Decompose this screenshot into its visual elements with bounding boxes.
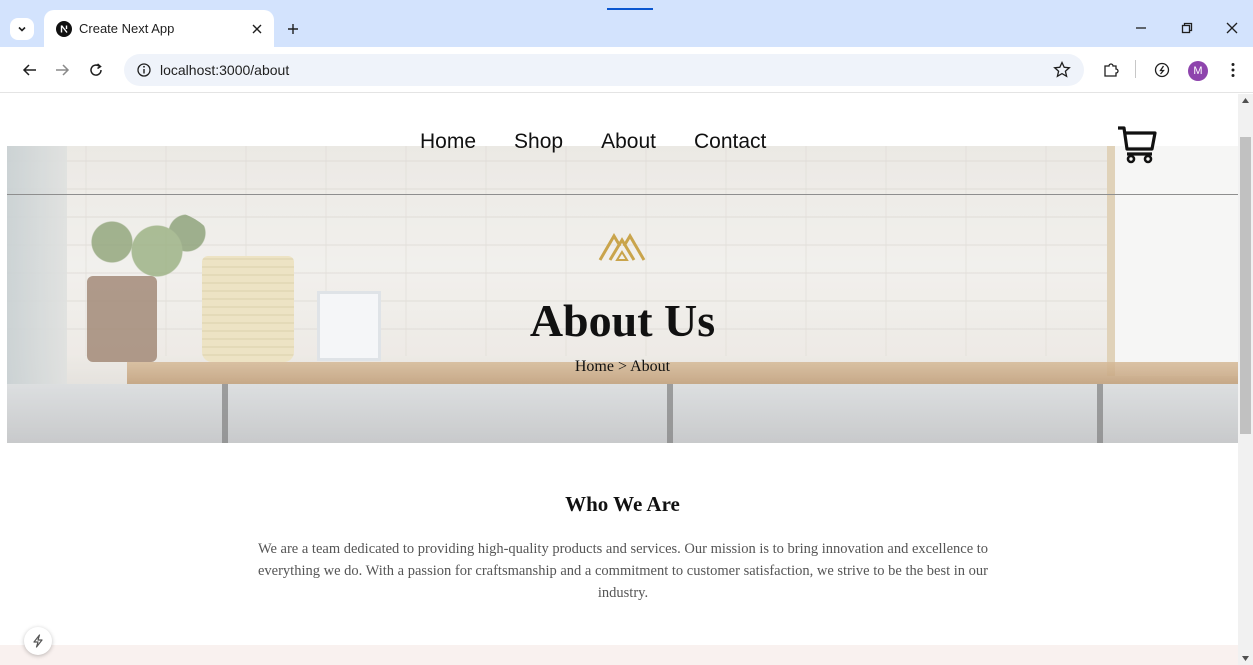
puzzle-icon <box>1104 63 1119 77</box>
site-header: Home Shop About Contact <box>0 94 1238 195</box>
who-we-are-heading: Who We Are <box>565 492 680 516</box>
plus-icon <box>288 24 298 34</box>
bookmark-star-icon[interactable] <box>1052 60 1072 80</box>
next-section-band <box>0 645 1238 665</box>
back-button[interactable] <box>18 58 42 82</box>
kebab-menu-icon <box>1231 63 1235 77</box>
site-nav-links: Home Shop About Contact <box>420 130 766 154</box>
arrow-right-icon <box>56 64 70 76</box>
scrollbar-thumb[interactable] <box>1240 137 1251 434</box>
performance-button[interactable] <box>1151 59 1173 81</box>
browser-menu-button[interactable] <box>1222 59 1244 81</box>
url-text[interactable]: localhost:3000/about <box>160 62 289 78</box>
who-we-are-text: We are a team dedicated to providing hig… <box>257 541 989 601</box>
tab-title: Create Next App <box>79 21 175 36</box>
nav-link-about[interactable]: About <box>601 130 656 154</box>
nav-link-contact[interactable]: Contact <box>694 130 766 154</box>
close-window-button[interactable] <box>1217 14 1247 42</box>
reload-button[interactable] <box>84 58 108 82</box>
breadcrumb: Home > About <box>574 358 671 375</box>
tab-search-button[interactable] <box>10 18 34 40</box>
extensions-button[interactable] <box>1100 59 1122 81</box>
close-icon <box>252 24 262 34</box>
nextjs-dev-tools-button[interactable] <box>24 627 52 655</box>
nav-link-home[interactable]: Home <box>420 130 476 154</box>
scroll-up-arrow-icon[interactable] <box>1242 98 1249 103</box>
page-viewport: Home Shop About Contact About Us Home > … <box>0 94 1253 665</box>
browser-tab[interactable]: Create Next App <box>44 10 274 47</box>
restore-window-button[interactable] <box>1172 14 1202 42</box>
nav-link-shop[interactable]: Shop <box>514 130 563 154</box>
shopping-cart-icon[interactable] <box>1116 123 1158 165</box>
minimize-icon <box>1136 27 1146 29</box>
profile-avatar[interactable]: M <box>1188 61 1208 81</box>
close-tab-button[interactable] <box>247 19 267 39</box>
arrow-left-icon <box>22 64 36 76</box>
brand-logo-icon <box>598 233 646 261</box>
nextjs-favicon-icon <box>56 21 72 37</box>
browser-toolbar: localhost:3000/about <box>0 47 1253 93</box>
site-info-icon[interactable] <box>136 62 152 78</box>
minimize-window-button[interactable] <box>1126 14 1156 42</box>
scroll-down-arrow-icon[interactable] <box>1242 656 1249 661</box>
gauge-icon <box>1154 62 1170 78</box>
header-divider <box>7 194 1238 195</box>
close-icon <box>1226 22 1238 34</box>
chevron-down-icon <box>18 26 26 32</box>
toolbar-separator <box>1135 60 1136 78</box>
page-scrollbar[interactable] <box>1238 94 1253 665</box>
new-tab-button[interactable] <box>282 18 304 40</box>
restore-icon <box>1181 22 1193 34</box>
lightning-icon <box>33 634 43 648</box>
tab-strip-indicator <box>607 8 653 10</box>
page-title: About Us <box>529 295 716 346</box>
browser-tab-strip: Create Next App <box>0 0 1253 47</box>
reload-icon <box>90 63 102 76</box>
forward-button[interactable] <box>50 58 74 82</box>
address-bar[interactable]: localhost:3000/about <box>124 54 1084 86</box>
